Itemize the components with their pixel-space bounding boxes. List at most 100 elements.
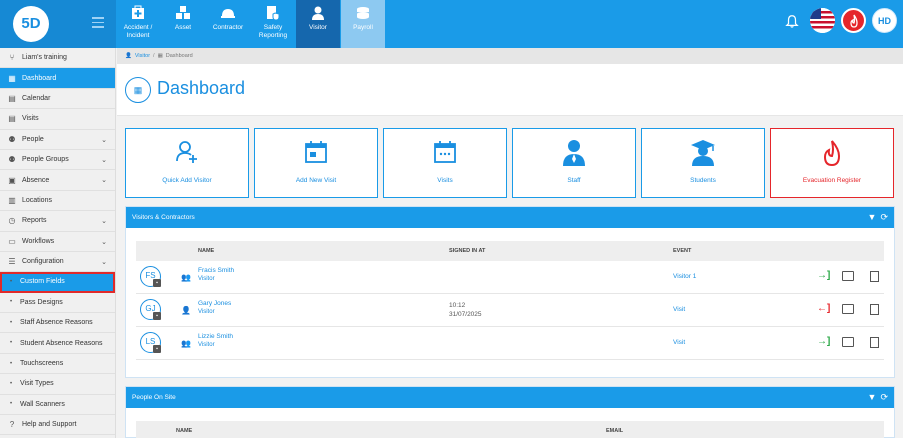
tab-label: Asset: [174, 24, 192, 31]
signed-in-date: 31/07/2025: [449, 311, 482, 318]
sidebar-item-wall-scanners[interactable]: • Wall Scanners: [0, 395, 115, 416]
evacuation-alert-icon[interactable]: [841, 8, 866, 33]
visitor-role: Visitor: [198, 309, 215, 315]
workflows-icon: ▭: [8, 236, 16, 246]
tile-staff[interactable]: Staff: [512, 128, 636, 198]
sidebar-item-locations[interactable]: ▥ Locations: [0, 191, 115, 212]
column-header-signed-in-at[interactable]: SIGNED IN AT: [449, 248, 485, 254]
person-group-icon: 👥: [181, 339, 191, 348]
help-icon: ?: [9, 420, 15, 430]
sidebar-item-visits[interactable]: ▤ Visits: [0, 109, 115, 130]
id-card-icon[interactable]: [842, 271, 854, 281]
visitor-name[interactable]: Fracis Smith: [198, 267, 234, 274]
chevron-down-icon: ⌄: [101, 156, 107, 164]
sidebar-item-label: Touchscreens: [20, 360, 64, 368]
sidebar-item-workflows[interactable]: ▭ Workflows ⌄: [0, 232, 115, 252]
id-card-icon[interactable]: [842, 304, 854, 314]
locations-icon: ▥: [8, 195, 16, 205]
visitors-contractors-panel: Visitors & Contractors ▼ ⟳ NAME SIGNED I…: [125, 206, 895, 378]
tile-label: Students: [690, 177, 716, 184]
tab-asset[interactable]: Asset: [161, 0, 205, 48]
sidebar-item-pass-designs[interactable]: • Pass Designs: [0, 293, 115, 314]
menu-toggle-icon[interactable]: [92, 17, 104, 31]
absence-icon: ▣: [8, 175, 16, 185]
visitor-name[interactable]: Gary Jones: [198, 300, 231, 307]
sidebar-item-custom-fields[interactable]: • Custom Fields: [0, 272, 115, 293]
visitor-event[interactable]: Visit: [673, 306, 685, 313]
breadcrumb-current: Dashboard: [165, 53, 193, 59]
avatar-initials: HD: [878, 15, 891, 26]
coins-icon: [357, 7, 369, 19]
tab-safety-reporting[interactable]: Safety Reporting: [251, 0, 295, 48]
sidebar-item-training[interactable]: ⑂ Liam's training: [0, 48, 115, 69]
sidebar-item-configuration[interactable]: ☰ Configuration ⌄: [0, 252, 115, 273]
sidebar-item-people-groups[interactable]: ⚉ People Groups ⌄: [0, 150, 115, 171]
sign-in-icon[interactable]: →]: [817, 336, 830, 348]
table-row[interactable]: LS ▪ 👥 Lizzie Smith Visitor Visit →]: [136, 327, 884, 360]
visitor-role: Visitor: [198, 342, 215, 348]
column-header-name[interactable]: NAME: [176, 428, 192, 434]
table-row[interactable]: GJ ▪ 👤 Gary Jones Visitor 10:12 31/07/20…: [136, 294, 884, 327]
visitor-name[interactable]: Lizzie Smith: [198, 333, 233, 340]
grid-icon: ▦: [8, 73, 16, 83]
tab-payroll[interactable]: Payroll: [341, 0, 385, 48]
visitor-event[interactable]: Visitor 1: [673, 273, 696, 280]
column-header-name[interactable]: NAME: [198, 248, 214, 254]
tile-add-new-visit[interactable]: Add New Visit: [254, 128, 378, 198]
chevron-down-icon: ⌄: [101, 218, 107, 226]
first-aid-icon: [132, 5, 144, 19]
language-flag-icon[interactable]: [810, 8, 835, 33]
chevron-down-icon: ⌄: [101, 238, 107, 246]
id-card-icon[interactable]: [842, 337, 854, 347]
sidebar-item-dashboard[interactable]: ▦ Dashboard: [0, 68, 115, 89]
sidebar-item-label: Visit Types: [20, 380, 54, 388]
refresh-icon[interactable]: ⟳: [880, 392, 888, 402]
logo-area: 5D: [0, 0, 116, 48]
tile-students[interactable]: Students: [641, 128, 765, 198]
column-header-email[interactable]: EMAIL: [606, 428, 623, 434]
sidebar-item-help[interactable]: ? Help and Support: [0, 415, 115, 436]
sidebar-item-label: Wall Scanners: [20, 400, 65, 408]
tab-contractor[interactable]: Contractor: [206, 0, 250, 48]
sidebar-item-visit-types[interactable]: • Visit Types: [0, 374, 115, 395]
tab-accident-incident[interactable]: Accident / Incident: [116, 0, 160, 48]
sign-out-icon[interactable]: ←]: [817, 303, 830, 315]
tile-quick-add-visitor[interactable]: Quick Add Visitor: [125, 128, 249, 198]
sidebar-item-people[interactable]: ⚉ People ⌄: [0, 130, 115, 150]
sidebar-item-label: Pass Designs: [20, 298, 63, 306]
panel-title: People On Site: [132, 394, 176, 401]
tile-visits[interactable]: Visits: [383, 128, 507, 198]
sidebar-item-touchscreens[interactable]: • Touchscreens: [0, 354, 115, 375]
sign-in-icon[interactable]: →]: [817, 270, 830, 282]
training-icon: ⑂: [9, 53, 15, 63]
tab-visitor[interactable]: Visitor: [296, 0, 340, 48]
breadcrumb-link-visitor[interactable]: Visitor: [135, 53, 150, 59]
filter-icon[interactable]: ▼: [868, 392, 877, 402]
user-avatar[interactable]: HD: [872, 8, 897, 33]
visitor-event[interactable]: Visit: [673, 339, 685, 346]
column-header-event[interactable]: EVENT: [673, 248, 691, 254]
door-icon[interactable]: [870, 304, 879, 315]
sidebar-item-absence[interactable]: ▣ Absence ⌄: [0, 170, 115, 191]
refresh-icon[interactable]: ⟳: [880, 212, 888, 222]
sidebar-item-label: Custom Fields: [20, 278, 65, 286]
id-badge-icon: ▪: [153, 312, 161, 320]
fire-icon: [823, 140, 841, 167]
table-row[interactable]: FS ▪ 👥 Fracis Smith Visitor Visitor 1 →]: [136, 261, 884, 294]
tile-label: Add New Visit: [295, 177, 337, 184]
sidebar-item-staff-absence-reasons[interactable]: • Staff Absence Reasons: [0, 313, 115, 334]
door-icon[interactable]: [870, 271, 879, 282]
sidebar-item-calendar[interactable]: ▤ Calendar: [0, 89, 115, 110]
sidebar-item-student-absence-reasons[interactable]: • Student Absence Reasons: [0, 333, 115, 354]
notifications-bell-icon[interactable]: [779, 8, 804, 33]
tile-evacuation-register[interactable]: Evacuation Register: [770, 128, 894, 198]
tab-label: Visitor: [309, 24, 327, 31]
calendar-add-icon: [305, 141, 327, 163]
sidebar-item-reports[interactable]: ◷ Reports ⌄: [0, 211, 115, 232]
people-on-site-panel: People On Site ▼ ⟳ NAME EMAIL: [125, 386, 895, 438]
door-icon[interactable]: [870, 337, 879, 348]
app-logo[interactable]: 5D: [13, 6, 49, 42]
quick-action-tiles: Quick Add Visitor Add New Visit Visits S…: [125, 128, 894, 198]
chevron-down-icon: ⌄: [101, 177, 107, 185]
filter-icon[interactable]: ▼: [868, 212, 877, 222]
